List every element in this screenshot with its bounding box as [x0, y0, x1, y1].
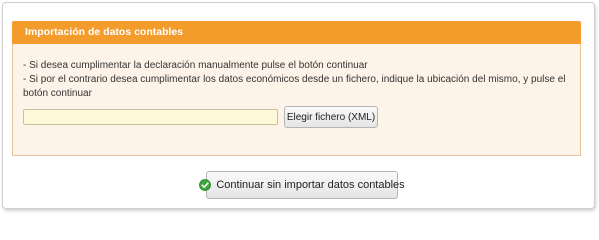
- choose-file-button[interactable]: Elegir fichero (XML): [284, 106, 378, 128]
- panel-title: Importación de datos contables: [12, 21, 581, 44]
- continue-without-import-button[interactable]: Continuar sin importar datos contables: [199, 171, 405, 199]
- instructions: - Si desea cumplimentar la declaración m…: [23, 59, 568, 101]
- instruction-line-file: - Si por el contrario desea cumplimentar…: [23, 74, 566, 99]
- dialog-frame: Importación de datos contables - Si dese…: [2, 2, 595, 209]
- continue-label: Continuar sin importar datos contables: [216, 179, 405, 191]
- instruction-line-manual: - Si desea cumplimentar la declaración m…: [23, 60, 368, 71]
- file-path-input[interactable]: [23, 109, 278, 125]
- import-panel: Importación de datos contables - Si dese…: [12, 21, 581, 156]
- check-circle-icon: [199, 179, 212, 191]
